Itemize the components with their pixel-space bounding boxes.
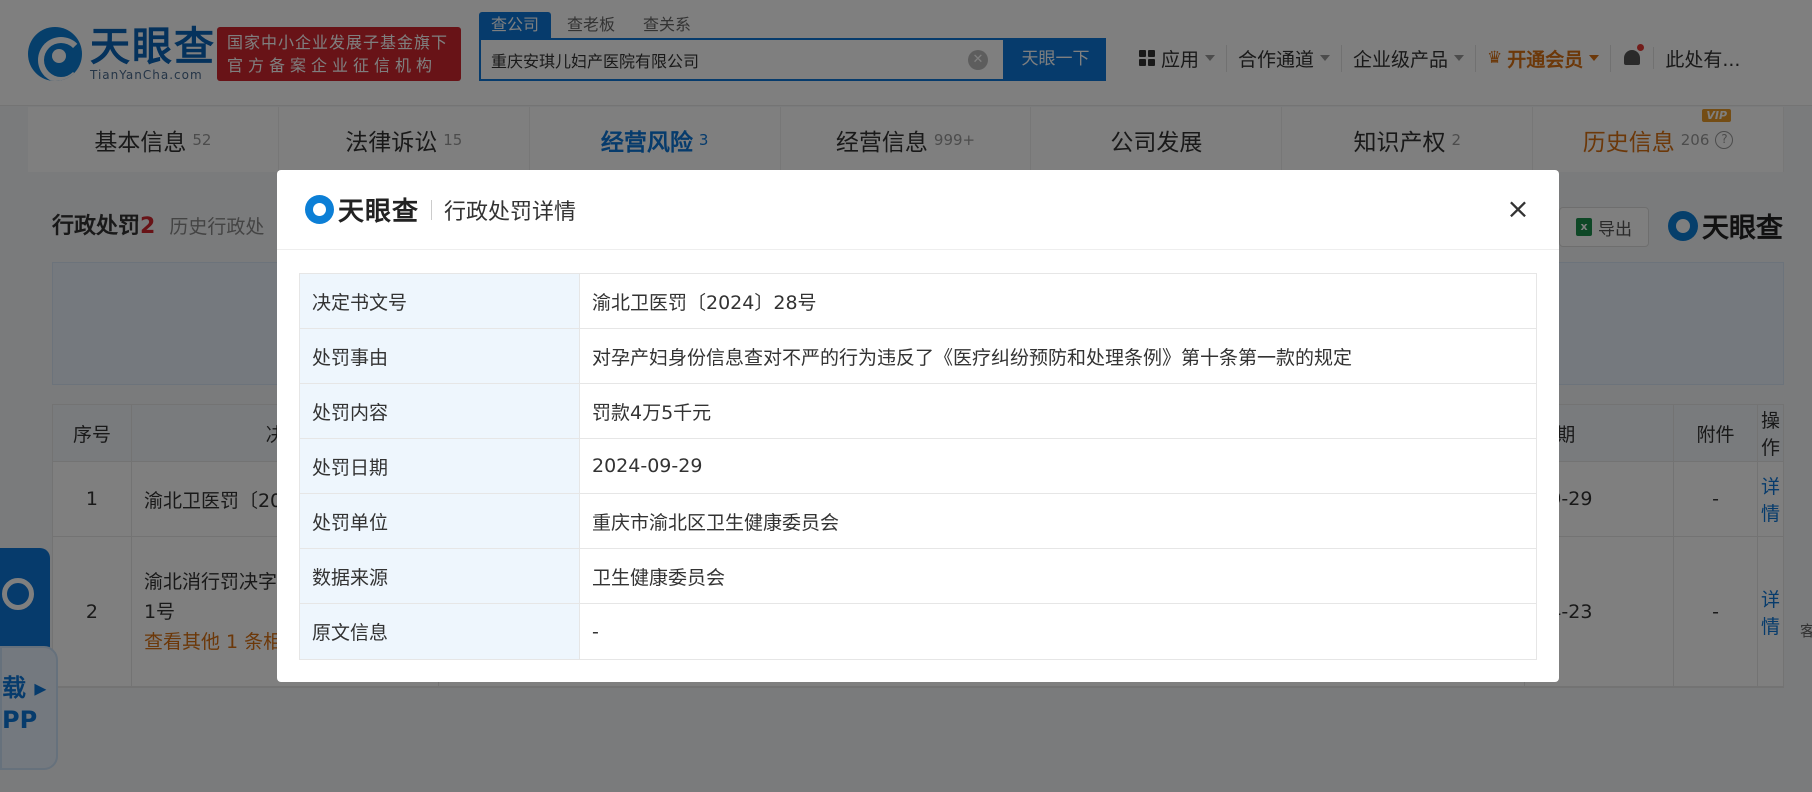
detail-table: 决定书文号 渝北卫医罚〔2024〕28号 处罚事由 对孕产妇身份信息查对不严的行…: [299, 273, 1537, 660]
modal-header: 天眼查 行政处罚详情 ×: [277, 170, 1559, 250]
penalty-detail-modal: 天眼查 行政处罚详情 × 决定书文号 渝北卫医罚〔2024〕28号 处罚事由 对…: [277, 170, 1559, 682]
detail-row: 处罚日期 2024-09-29: [300, 439, 1536, 494]
divider: [431, 199, 433, 220]
detail-row: 原文信息 -: [300, 604, 1536, 659]
close-icon[interactable]: ×: [1503, 194, 1533, 224]
detail-row: 处罚内容 罚款4万5千元: [300, 384, 1536, 439]
detail-row: 数据来源 卫生健康委员会: [300, 549, 1536, 604]
detail-row: 处罚单位 重庆市渝北区卫生健康委员会: [300, 494, 1536, 549]
modal-logo: 天眼查: [305, 191, 419, 228]
modal-title: 行政处罚详情: [444, 199, 577, 225]
detail-row: 处罚事由 对孕产妇身份信息查对不严的行为违反了《医疗纠纷预防和处理条例》第十条第…: [300, 329, 1536, 384]
detail-row: 决定书文号 渝北卫医罚〔2024〕28号: [300, 274, 1536, 329]
logo-mark-icon: [305, 195, 334, 224]
